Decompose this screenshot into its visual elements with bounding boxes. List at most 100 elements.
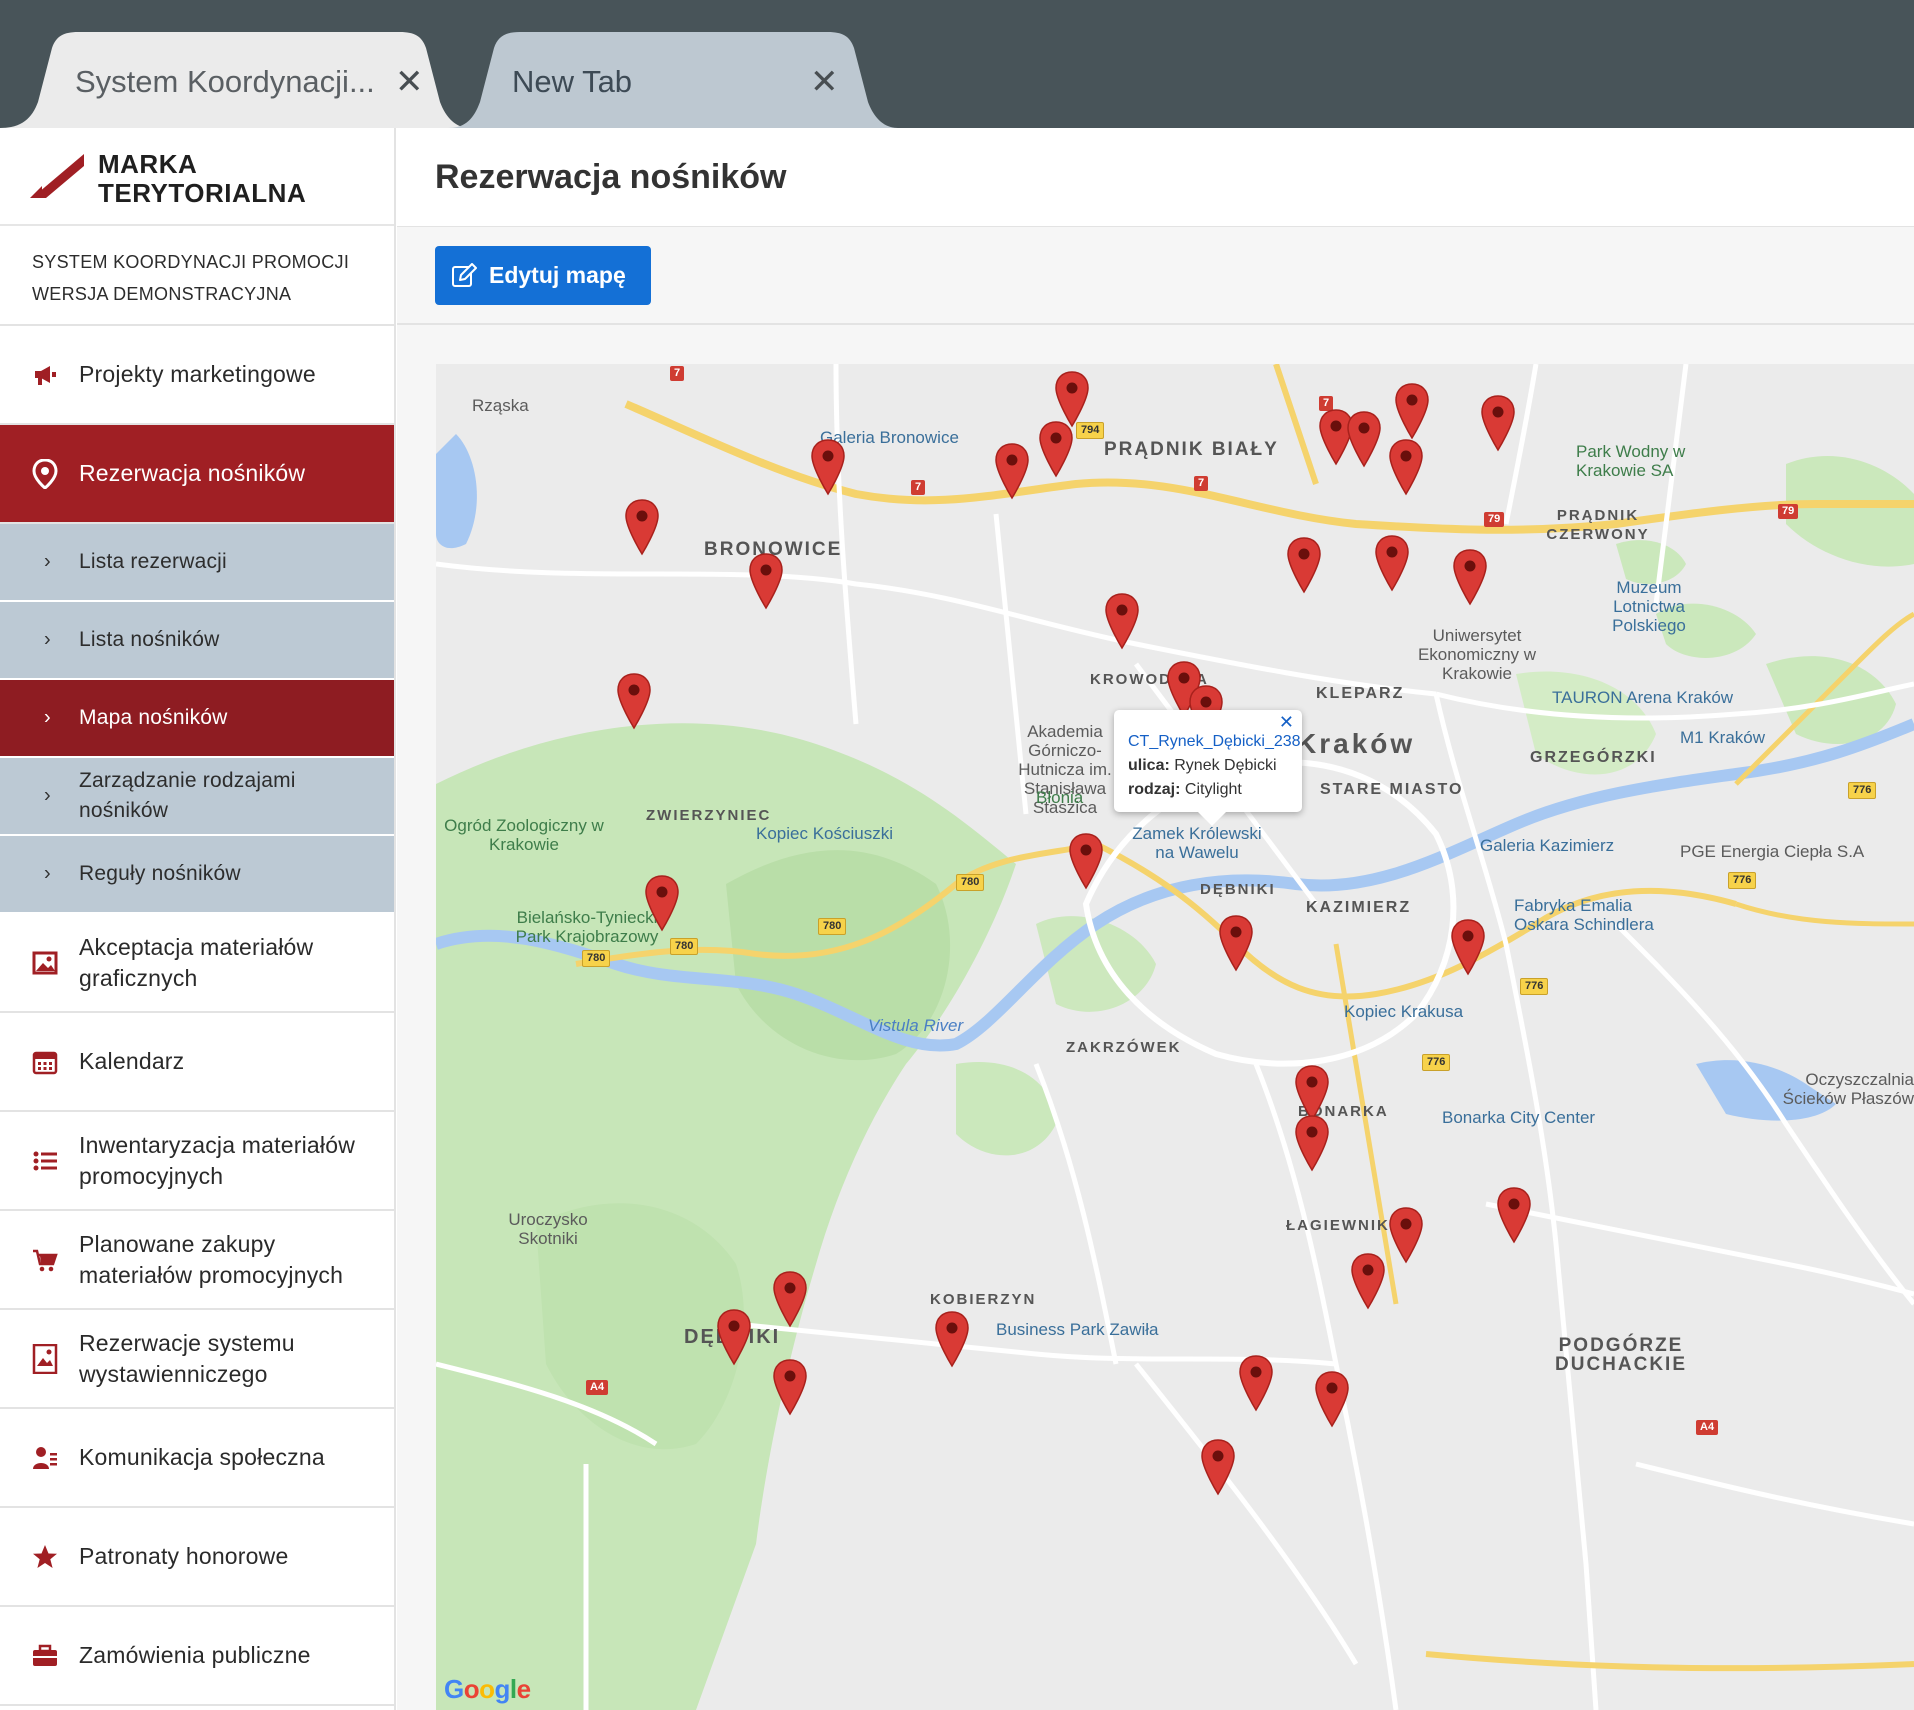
map-marker-pin[interactable] <box>771 1358 809 1416</box>
map-view[interactable]: 7 7 7 7 79 79 794 780 780 780 780 776 77… <box>436 364 1914 1710</box>
map-marker-pin[interactable] <box>1495 1186 1533 1244</box>
sidebar-item-patronaty[interactable]: Patronaty honorowe <box>0 1508 394 1607</box>
road-shield: 776 <box>1848 782 1877 799</box>
map-marker-pin[interactable] <box>1313 1370 1351 1428</box>
map-marker-pin[interactable] <box>1449 918 1487 976</box>
chevron-right-icon: › <box>44 706 51 729</box>
map-label-city: Kraków <box>1296 728 1416 759</box>
system-name: SYSTEM KOORDYNACJI PROMOCJI <box>32 252 350 272</box>
map-marker-pin[interactable] <box>1387 438 1425 496</box>
map-label-poi: Park Wodny w Krakowie SA <box>1576 442 1686 480</box>
tab-bar: System Koordynacji... ✕ New Tab ✕ <box>0 0 1914 128</box>
sidebar-item-inwentaryzacja[interactable]: Inwentaryzacja materiałów promocyjnych <box>0 1112 394 1211</box>
sidebar-item-label: Kalendarz <box>79 1048 185 1074</box>
map-marker-pin[interactable] <box>1345 410 1383 468</box>
map-marker-pin[interactable] <box>623 498 661 556</box>
megaphone-icon <box>32 362 58 388</box>
infowindow-type-label: rodzaj: <box>1128 781 1181 798</box>
road-shield: 780 <box>670 938 699 955</box>
map-marker-pin[interactable] <box>1217 914 1255 972</box>
map-label-district: GRZEGÓRZKI <box>1530 749 1657 766</box>
sidebar-item-label: Planowane zakupy materiałów promocyjnych <box>79 1230 344 1288</box>
map-marker-pin[interactable] <box>1285 536 1323 594</box>
map-label-poi: Kopiec Kościuszki <box>756 824 894 843</box>
map-label-poi: Bonarka City Center <box>1442 1108 1596 1127</box>
map-marker-pin[interactable] <box>1387 1206 1425 1264</box>
sidebar-item-rezerwacja[interactable]: Rezerwacja nośników <box>0 425 394 524</box>
sidebar-item-wystawienniczy[interactable]: Rezerwacje systemu wystawienniczego <box>0 1310 394 1409</box>
sidebar-subitem-lista-rezerwacji[interactable]: › Lista rezerwacji <box>0 524 394 602</box>
sidebar-subitem-reguly[interactable]: › Reguły nośników <box>0 836 394 914</box>
image-icon <box>32 950 58 976</box>
sidebar-item-label: Komunikacja społeczna <box>79 1444 325 1470</box>
sidebar-item-zamowienia[interactable]: Zamówienia publiczne <box>0 1607 394 1706</box>
sidebar-item-akceptacja[interactable]: Akceptacja materiałów graficznych <box>0 914 394 1013</box>
map-marker-pin[interactable] <box>1237 1354 1275 1412</box>
sidebar-item-komunikacja[interactable]: Komunikacja społeczna <box>0 1409 394 1508</box>
map-marker-pin[interactable] <box>1037 420 1075 478</box>
map-marker-pin[interactable] <box>615 672 653 730</box>
map-label-district: KAZIMIERZ <box>1306 899 1412 916</box>
infowindow-type: rodzaj: Citylight <box>1128 778 1288 802</box>
sidebar-item-zakupy[interactable]: Planowane zakupy materiałów promocyjnych <box>0 1211 394 1310</box>
map-marker-pin[interactable] <box>1293 1114 1331 1172</box>
map-marker-pin[interactable] <box>809 438 847 496</box>
map-label-poi: Oczyszczalnia Ścieków Płaszów <box>1782 1070 1914 1108</box>
map-label-district: PRĄDNIK CZERWONY <box>1546 507 1650 543</box>
map-marker-pin[interactable] <box>1479 394 1517 452</box>
map-marker-pin[interactable] <box>1067 832 1105 890</box>
brand-header[interactable]: MARKA TERYTORIALNA <box>0 128 394 226</box>
map-infowindow: ✕ CT_Rynek_Dębicki_238 ulica: Rynek Dębi… <box>1114 710 1302 826</box>
sidebar-subitem-lista-nosnikow[interactable]: › Lista nośników <box>0 602 394 680</box>
map-marker-pin[interactable] <box>1393 382 1431 440</box>
road-shield: 780 <box>956 874 985 891</box>
close-icon[interactable]: ✕ <box>1279 712 1294 733</box>
system-version: WERSJA DEMONSTRACYJNA <box>32 284 292 304</box>
edit-map-button[interactable]: Edytuj mapę <box>435 246 651 305</box>
map-label-poi: TAURON Arena Kraków <box>1552 688 1734 707</box>
sidebar-item-projekty[interactable]: Projekty marketingowe <box>0 326 394 425</box>
person-card-icon <box>32 1445 58 1471</box>
tab-system[interactable]: System Koordynacji... ✕ <box>0 32 470 128</box>
star-icon <box>32 1544 58 1570</box>
map-marker-pin[interactable] <box>933 1310 971 1368</box>
toolbar: Edytuj mapę <box>397 227 1914 325</box>
map-marker-pin[interactable] <box>643 874 681 932</box>
sidebar-subitem-zarzadzanie[interactable]: › Zarządzanie rodzajami nośników <box>0 758 394 836</box>
map-marker-pin[interactable] <box>1199 1438 1237 1496</box>
sidebar-item-label: Zamówienia publiczne <box>79 1642 311 1668</box>
infowindow-street-label: ulica: <box>1128 757 1170 774</box>
sidebar-item-kalendarz[interactable]: Kalendarz <box>0 1013 394 1112</box>
map-marker-pin[interactable] <box>1103 592 1141 650</box>
map-label: Rząska <box>472 396 529 415</box>
map-pin-icon <box>32 458 58 489</box>
brand-name: MARKA TERYTORIALNA <box>98 150 358 208</box>
map-marker-pin[interactable] <box>747 552 785 610</box>
infowindow-title[interactable]: CT_Rynek_Dębicki_238 <box>1128 730 1301 754</box>
map-label-district: ZAKRZÓWEK <box>1066 1039 1182 1056</box>
map-canvas <box>436 364 1914 1710</box>
close-icon[interactable]: ✕ <box>395 62 424 102</box>
close-icon[interactable]: ✕ <box>810 62 839 102</box>
map-marker-pin[interactable] <box>1349 1252 1387 1310</box>
map-marker-pin[interactable] <box>993 442 1031 500</box>
map-label-poi: Muzeum Lotnictwa Polskiego <box>1612 578 1686 635</box>
map-marker-pin[interactable] <box>1451 548 1489 606</box>
map-marker-pin[interactable] <box>771 1270 809 1328</box>
brand-line2: TERYTORIALNA <box>98 178 307 208</box>
sidebar-subitem-label: Mapa nośników <box>79 706 228 729</box>
sidebar-subitem-mapa-nosnikow[interactable]: › Mapa nośników <box>0 680 394 758</box>
tab-new[interactable]: New Tab ✕ <box>448 32 898 128</box>
road-shield: 7 <box>1194 476 1209 491</box>
infowindow-type-value: Citylight <box>1184 781 1242 798</box>
map-marker-pin[interactable] <box>1373 534 1411 592</box>
map-label-poi: Zamek Królewski na Wawelu <box>1132 824 1262 862</box>
sidebar-item-label: Inwentaryzacja materiałów promocyjnych <box>79 1131 356 1189</box>
sidebar-subitem-label: Lista nośników <box>79 628 220 651</box>
sidebar-item-label: Rezerwacja nośników <box>79 460 306 486</box>
map-label-district: DĘBNIKI <box>1200 881 1276 898</box>
map-label-district: ZWIERZYNIEC <box>646 807 772 824</box>
map-marker-pin[interactable] <box>715 1308 753 1366</box>
road-shield: 780 <box>818 918 847 935</box>
logo-icon <box>30 154 84 198</box>
